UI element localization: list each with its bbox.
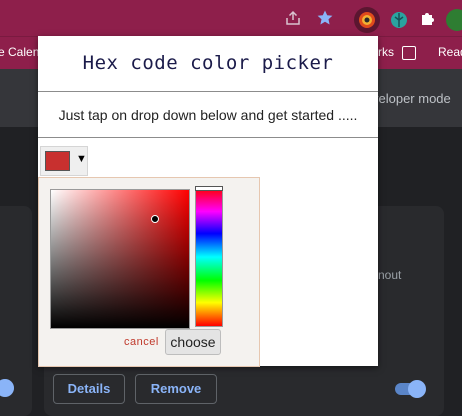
bookmark-item-bookmarks[interactable]: rks [378, 45, 394, 59]
extension-description: nout [378, 268, 402, 282]
star-icon[interactable] [315, 9, 335, 29]
extension-ecosia-icon[interactable] [386, 7, 412, 33]
popup-title: Hex code color picker [82, 52, 334, 74]
hue-slider[interactable] [195, 186, 223, 327]
choose-button[interactable]: choose [165, 329, 221, 355]
cancel-link[interactable]: cancel [124, 336, 159, 348]
details-button[interactable]: Details [53, 374, 125, 404]
color-cursor[interactable] [151, 215, 159, 223]
extension-toggle[interactable] [395, 380, 426, 398]
extension-card-left [0, 206, 32, 416]
developer-mode-label: veloper mode [372, 91, 451, 106]
selected-color-swatch [45, 151, 70, 171]
chevron-down-icon: ▼ [76, 153, 87, 165]
color-picker-panel: cancel choose [38, 177, 260, 367]
share-icon[interactable] [283, 9, 303, 29]
puzzle-icon[interactable] [418, 9, 438, 29]
browser-toolbar [0, 0, 462, 36]
saturation-value-field[interactable] [50, 189, 190, 329]
hue-handle[interactable] [195, 186, 223, 191]
color-dropdown[interactable]: ▼ [40, 146, 88, 176]
color-picker-popup: Hex code color picker Just tap on drop d… [38, 36, 378, 367]
profile-icon[interactable] [446, 9, 462, 31]
divider [38, 137, 378, 138]
popup-subtitle: Just tap on drop down below and get star… [58, 107, 358, 123]
toggle-left[interactable] [0, 379, 14, 397]
divider [38, 91, 378, 92]
reading-list-icon[interactable] [402, 46, 416, 60]
remove-button[interactable]: Remove [135, 374, 217, 404]
bookmark-item-reading-list[interactable]: Read [438, 45, 462, 59]
extension-color-picker-icon[interactable] [354, 7, 380, 33]
